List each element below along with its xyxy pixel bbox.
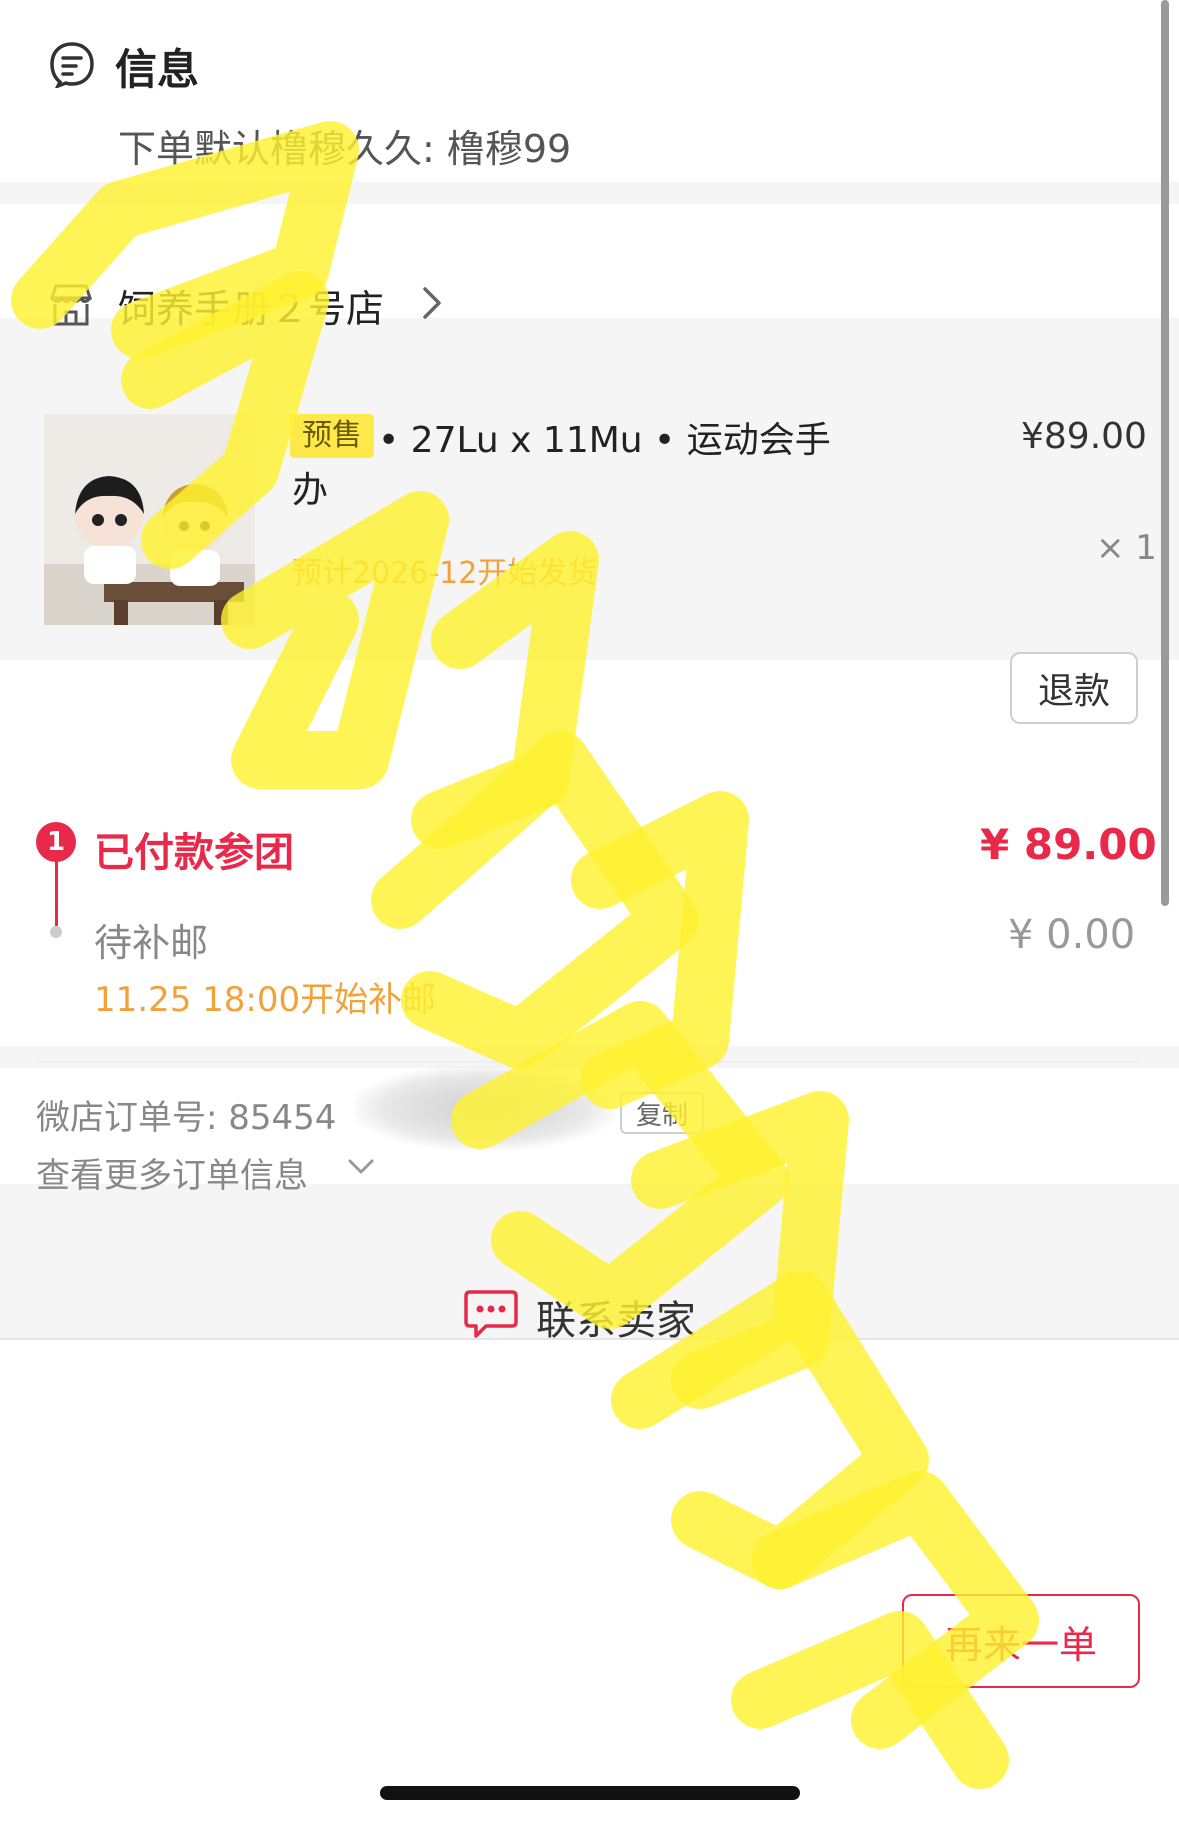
default-note-text: 下单默认橹穆久久: 橹穆99: [118, 127, 572, 171]
copy-button[interactable]: 复制: [620, 1092, 704, 1134]
note-icon: [48, 40, 96, 90]
chevron-down-icon[interactable]: [346, 1156, 376, 1178]
more-order-info-link[interactable]: 查看更多订单信息: [36, 1148, 308, 1197]
step-1-indicator: 1: [36, 822, 76, 862]
order-number: 微店订单号: 85454: [36, 1098, 337, 1138]
product-thumbnail[interactable]: [44, 414, 255, 625]
section-separator: [0, 1046, 1179, 1068]
pending-postage-label: 待补邮: [94, 921, 209, 965]
postage-start-time: 11.25 18:00开始补邮: [94, 980, 437, 1020]
section-separator: [0, 182, 1179, 204]
timeline-connector: [55, 860, 58, 926]
ship-estimate: 预计2026-12开始发货: [292, 556, 598, 591]
shop-name-link[interactable]: 饲养手册２号店: [118, 278, 384, 333]
presale-badge: 预售: [290, 414, 374, 458]
shop-icon[interactable]: [46, 280, 96, 330]
divider: [36, 1061, 1140, 1063]
contact-seller-button[interactable]: 联系卖家: [536, 1288, 696, 1346]
redacted-order-number: [355, 1066, 615, 1150]
paid-amount: ¥ 89.00: [980, 820, 1157, 869]
scrollbar[interactable]: [1161, 0, 1169, 906]
info-section-title: 信息: [115, 45, 200, 94]
pending-postage-amount: ¥ 0.00: [1008, 912, 1136, 958]
product-quantity: × 1: [1096, 528, 1157, 568]
paid-status-label: 已付款参团: [94, 830, 294, 876]
home-indicator[interactable]: [380, 1786, 800, 1800]
chat-icon[interactable]: [462, 1288, 520, 1340]
chevron-right-icon[interactable]: [420, 284, 444, 322]
step-2-indicator: [50, 926, 62, 938]
product-title[interactable]: • 27Lu x 11Mu • 运动会手办: [292, 416, 852, 516]
reorder-button[interactable]: 再来一单: [902, 1594, 1140, 1688]
product-price: ¥89.00: [1021, 416, 1147, 457]
order-detail-page: 信息 下单默认橹穆久久: 橹穆99 饲养手册２号店 • 27Lu x 11Mu …: [0, 0, 1179, 1831]
refund-button[interactable]: 退款: [1010, 652, 1138, 724]
